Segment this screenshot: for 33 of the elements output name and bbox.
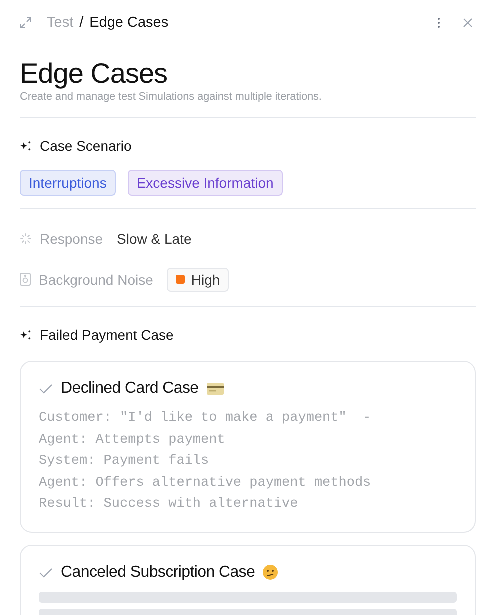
breadcrumb-separator: / <box>80 15 84 31</box>
section-heading: Case Scenario <box>40 138 132 154</box>
more-icon[interactable] <box>437 17 441 29</box>
sparkle-icon <box>20 140 32 152</box>
loader-icon <box>20 232 32 244</box>
page-subtitle: Create and manage test Simulations against multiple iterations. <box>20 91 323 103</box>
breadcrumb-current: Edge Cases <box>90 15 169 31</box>
case-title: Canceled Subscription Case <box>61 564 256 582</box>
dialogue-line: Result: Success with alternative <box>39 496 300 514</box>
case-card[interactable]: Canceled Subscription Case <box>20 544 476 615</box>
expand-icon[interactable] <box>20 17 32 29</box>
case-title: Declined Card Case <box>61 380 199 398</box>
dialogue-line: Agent: Attempts payment <box>39 432 226 450</box>
page-title: Edge Cases <box>20 58 169 90</box>
level-value: High <box>191 272 220 288</box>
sparkle-icon <box>20 329 32 341</box>
face-icon <box>263 565 278 580</box>
check-icon <box>39 568 53 578</box>
scenario-tag[interactable]: Excessive Information <box>128 170 283 196</box>
dialogue-line: System: Payment fails <box>39 453 210 471</box>
speaker-icon <box>20 273 31 286</box>
case-card[interactable]: Declined Card Case Customer: "I'd like to make a payment" - Agent: Attempts payment System: Payment fails Agent: Offers alternative payment methods Result: Success with alternative <box>20 361 476 532</box>
dialogue-line: Customer: "I'd like to make a payment" - <box>39 410 372 428</box>
scenario-tag[interactable]: Interruptions <box>20 170 116 196</box>
check-icon <box>39 384 53 394</box>
close-icon[interactable] <box>463 18 473 28</box>
property-value: Slow & Late <box>117 230 192 246</box>
dialogue-line: Agent: Offers alternative payment methods <box>39 474 372 492</box>
property-label: Background Noise <box>39 272 154 288</box>
level-chip[interactable]: High <box>167 268 230 292</box>
property-label: Response <box>40 230 104 246</box>
section-heading: Failed Payment Case <box>40 327 174 343</box>
credit-card-icon <box>206 383 224 395</box>
